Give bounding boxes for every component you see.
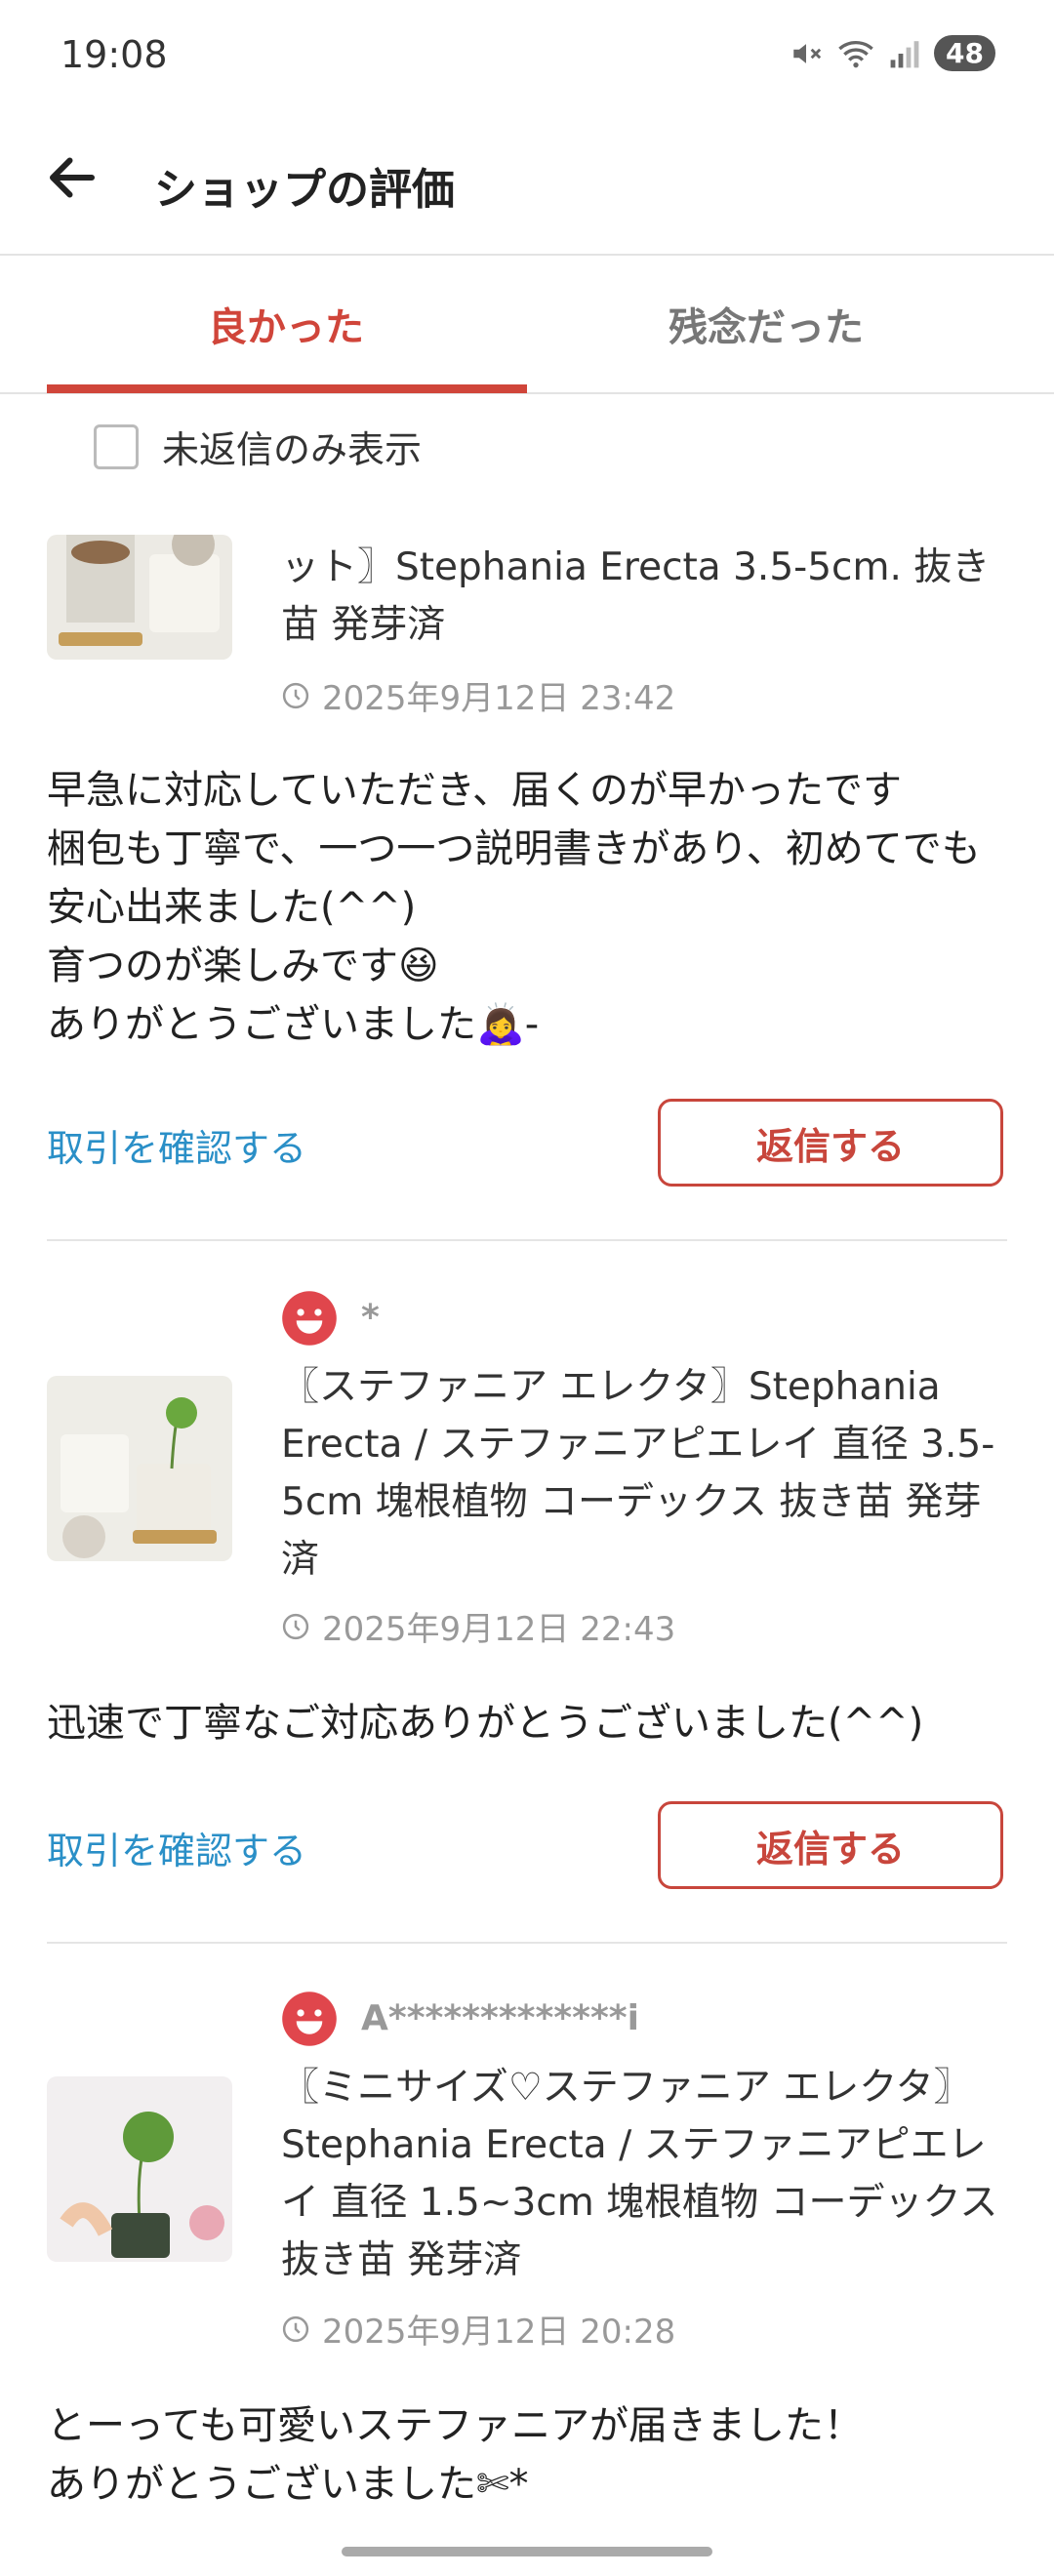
status-icons: 48	[790, 35, 995, 71]
product-title[interactable]: 〖ステファニア エレクタ〗Stephania Erecta / ステファニアピエ…	[281, 1358, 1003, 1589]
product-title[interactable]: 〖ミニサイズ♡ステファニア エレクタ〗Stephania Erecta / ステ…	[281, 2059, 1003, 2289]
unreplied-filter[interactable]: 未返信のみ表示	[94, 420, 422, 473]
divider	[47, 1239, 1007, 1241]
clock-icon	[282, 1613, 309, 1639]
unreplied-filter-label: 未返信のみ表示	[162, 428, 423, 471]
product-thumbnail[interactable]	[47, 2076, 232, 2262]
reply-button[interactable]: 返信する	[658, 1801, 1003, 1889]
status-time: 19:08	[61, 33, 168, 76]
clock-icon	[282, 2315, 309, 2342]
review-date: 2025年9月12日 20:28	[281, 2305, 675, 2353]
tab-bad[interactable]: 残念だった	[527, 256, 1005, 392]
review-date: 2025年9月12日 22:43	[281, 1602, 675, 1650]
tab-indicator	[47, 384, 527, 393]
status-bar: 19:08 48	[0, 0, 1054, 109]
product-thumbnail[interactable]	[47, 1376, 232, 1561]
reviewer-name: A*************i	[361, 1998, 639, 2038]
view-transaction-link[interactable]: 取引を確認する	[47, 1821, 306, 1874]
reviewer-name: *	[361, 1298, 380, 1338]
view-transaction-link[interactable]: 取引を確認する	[47, 1118, 306, 1172]
product-thumbnail[interactable]	[47, 535, 232, 660]
reply-button[interactable]: 返信する	[658, 1099, 1003, 1187]
smile-rating-icon	[282, 1291, 337, 1346]
tab-good[interactable]: 良かった	[47, 256, 525, 392]
review-date: 2025年9月12日 23:42	[281, 671, 675, 719]
review-date-text: 2025年9月12日 22:43	[322, 1610, 676, 1649]
tab-bar: 良かった 残念だった	[0, 256, 1054, 394]
home-indicator[interactable]	[342, 2547, 712, 2556]
battery-indicator: 48	[934, 35, 995, 71]
clock-icon	[282, 682, 309, 708]
review-comment: 迅速で丁寧なご対応ありがとうございました(^^)	[47, 1701, 924, 1746]
app-bar: ショップの評価	[0, 109, 1054, 256]
back-arrow-icon[interactable]	[43, 148, 101, 207]
divider	[47, 1942, 1007, 1944]
unreplied-checkbox[interactable]	[94, 423, 139, 469]
page-title: ショップの評価	[154, 165, 455, 215]
review-comment: とーっても可愛いステファニアが届きました！ ありがとうございました✄*	[47, 2403, 863, 2507]
wifi-icon	[838, 40, 873, 67]
review-date-text: 2025年9月12日 20:28	[322, 2313, 676, 2352]
review-date-text: 2025年9月12日 23:42	[322, 679, 676, 718]
product-title[interactable]: ット〗Stephania Erecta 3.5-5cm. 抜き苗 発芽済	[281, 539, 1003, 654]
signal-icon	[890, 40, 919, 67]
smile-rating-icon	[282, 1992, 337, 2046]
mute-icon	[793, 43, 822, 63]
review-comment: 早急に対応していただき、届くのが早かったです 梱包も丁寧で、一つ一つ説明書きがあ…	[47, 768, 981, 1047]
